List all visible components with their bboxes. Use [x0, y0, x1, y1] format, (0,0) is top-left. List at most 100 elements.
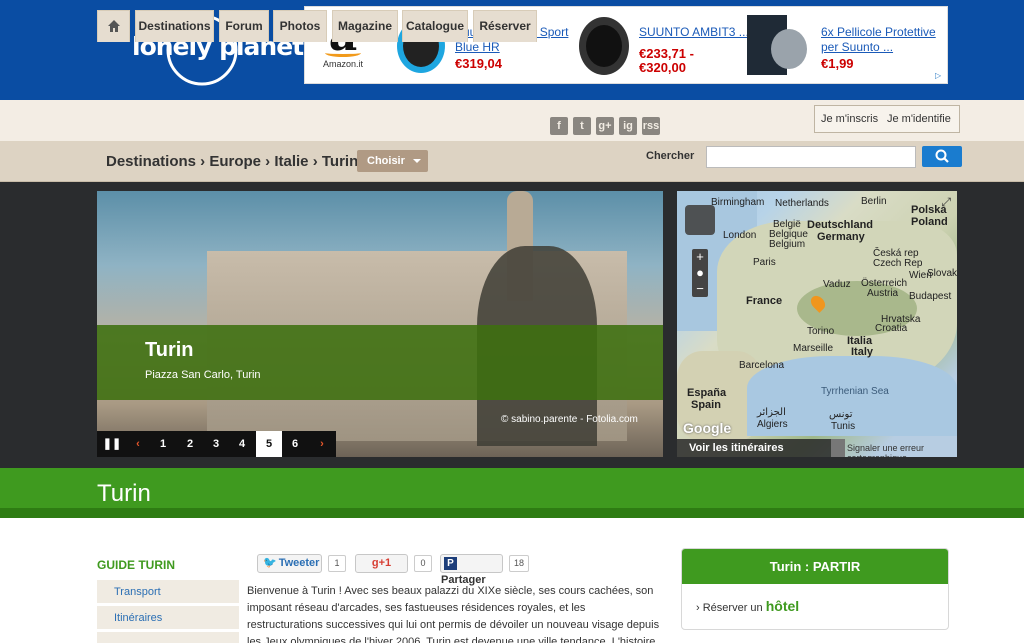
search-input[interactable] [706, 146, 916, 168]
nav-item-catalogue[interactable]: Catalogue [402, 10, 468, 42]
map-label: Birmingham [711, 197, 765, 208]
chevron-down-icon [831, 439, 845, 457]
ad-product-2-price-max: €320,00 [639, 60, 686, 75]
instagram-icon[interactable]: ig [619, 117, 637, 135]
partager-icon: P [444, 557, 457, 570]
slide-page-3[interactable]: 3 [203, 431, 229, 457]
slide-page-6[interactable]: 6 [282, 431, 308, 457]
gplus-count: 0 [414, 555, 432, 572]
twitter-icon[interactable]: t [573, 117, 591, 135]
hero-title: Turin [145, 339, 194, 361]
map-label: Torino [807, 326, 835, 337]
map-label: Germany [817, 231, 865, 243]
map-zoom-control[interactable]: + ● − [692, 249, 708, 297]
guide-link-transport[interactable]: Transport [97, 580, 239, 604]
map-label: Belgium [769, 239, 806, 250]
map-label: France [746, 295, 783, 307]
map-label: Croatia [875, 323, 908, 334]
photo-credit: © sabino.parente - Fotolia.com [501, 414, 638, 425]
gplus-button[interactable]: g+1 [355, 554, 408, 573]
map-label: Berlin [861, 196, 887, 207]
nav-item-forum[interactable]: Forum [219, 10, 269, 42]
map-error-link[interactable]: Signaler une erreur cartographique [847, 443, 957, 457]
nav-home[interactable] [97, 10, 130, 42]
google-plus-icon: g [371, 557, 379, 569]
slide-page-5[interactable]: 5 [256, 431, 282, 457]
search-label: Chercher [646, 150, 695, 162]
nav-item-magazine[interactable]: Magazine [332, 10, 398, 42]
slider-controls: ❚❚ ‹ 1 2 3 4 5 6 › [97, 431, 336, 457]
routes-dropdown[interactable]: Voir les itinéraires [677, 439, 845, 457]
ad-product-3-title[interactable]: 6x Pellicole Protettive per Suunto ... [821, 25, 936, 55]
partir-row-label: Réserver un [702, 602, 763, 614]
tweet-button[interactable]: 🐦 Tweeter [257, 554, 322, 573]
chevron-right-icon: › [696, 602, 700, 614]
watch-black-icon [569, 13, 635, 79]
map-label: Netherlands [775, 198, 829, 209]
slide-page-1[interactable]: 1 [150, 431, 176, 457]
guide-link-itineraires[interactable]: Itinéraires [97, 606, 239, 630]
login-link[interactable]: Je m'identifie [887, 106, 951, 132]
map-label: Vaduz [823, 279, 851, 290]
fullscreen-icon[interactable]: ⤢ [941, 195, 951, 210]
map-label: Marseille [793, 343, 834, 354]
signup-link[interactable]: Je m'inscris [821, 106, 878, 132]
ad-product-3[interactable]: 6x Pellicole Protettive per Suunto ... €… [741, 11, 941, 81]
map-label: تونس [829, 409, 853, 420]
ad-product-2-title[interactable]: SUUNTO AMBIT3 ... [639, 25, 754, 40]
amazon-label: Amazon.it [322, 59, 364, 69]
slide-page-2[interactable]: 2 [177, 431, 203, 457]
map-label: Barcelona [739, 360, 785, 371]
facebook-icon[interactable]: f [550, 117, 568, 135]
nav-item-destinations[interactable]: Destinations [135, 10, 214, 42]
partager-count: 18 [509, 555, 529, 572]
gplus-label: +1 [378, 557, 392, 569]
home-icon [108, 20, 120, 32]
routes-label: Voir les itinéraires [689, 442, 784, 454]
google-plus-icon[interactable]: g+ [596, 117, 614, 135]
hero-slideshow[interactable]: Turin Piazza San Carlo, Turin © sabino.p… [97, 191, 663, 457]
rss-icon[interactable]: rss [642, 117, 660, 135]
map-label: Poland [911, 216, 948, 228]
map-label: الجزائر [757, 407, 786, 418]
map-label: Paris [753, 257, 776, 268]
map-label: London [723, 230, 757, 241]
choose-dropdown[interactable]: Choisir [357, 150, 428, 172]
partir-row-strong: hôtel [765, 598, 800, 614]
next-arrow-icon[interactable]: › [309, 431, 335, 457]
hero-subtitle: Piazza San Carlo, Turin [145, 369, 261, 381]
ad-product-3-price: €1,99 [821, 56, 854, 71]
map-label: Spain [691, 399, 721, 411]
guide-title: GUIDE TURIN [97, 558, 175, 572]
map-label: Austria [867, 288, 899, 299]
map-pan-control[interactable] [685, 205, 715, 235]
map-label: España [687, 387, 727, 399]
breadcrumb[interactable]: Destinations › Europe › Italie › Turin [106, 153, 358, 170]
map-label: Czech Rep [873, 258, 923, 269]
hero-caption: Turin Piazza San Carlo, Turin [97, 325, 663, 400]
pause-icon[interactable]: ❚❚ [99, 431, 125, 457]
nav-item-reserver[interactable]: Réserver [473, 10, 537, 42]
ad-banner[interactable]: a Amazon.it Suunto Ambit 3 Sport Blue HR… [304, 6, 948, 84]
map[interactable]: Birmingham Netherlands Berlin Polska Pol… [677, 191, 957, 457]
partager-button[interactable]: PPartager [440, 554, 503, 586]
nav-item-photos[interactable]: Photos [273, 10, 327, 42]
article-intro: Bienvenue à Turin ! Avec ses beaux palaz… [247, 585, 660, 643]
map-label: Deutschland [807, 219, 874, 231]
guide-link-more[interactable] [97, 632, 239, 643]
partir-title: Turin : PARTIR [682, 549, 948, 584]
screen-protector-icon [741, 13, 807, 79]
choose-label: Choisir [367, 155, 405, 167]
ad-product-1-price: €319,04 [455, 56, 502, 71]
adchoices-icon[interactable]: ▷ [935, 71, 945, 81]
map-label: Tyrrhenian Sea [821, 386, 889, 397]
page-title: Turin [97, 480, 151, 507]
partir-box: Turin : PARTIR › Réserver un hôtel [681, 548, 949, 630]
slide-page-4[interactable]: 4 [229, 431, 255, 457]
search-button[interactable] [922, 146, 962, 167]
map-label: Tunis [831, 421, 856, 432]
map-label: Wien [909, 270, 932, 281]
partir-hotel-link[interactable]: › Réserver un hôtel [696, 598, 799, 614]
ad-product-2[interactable]: SUUNTO AMBIT3 ... €233,71 - €320,00 [569, 11, 749, 81]
prev-arrow-icon[interactable]: ‹ [125, 431, 151, 457]
